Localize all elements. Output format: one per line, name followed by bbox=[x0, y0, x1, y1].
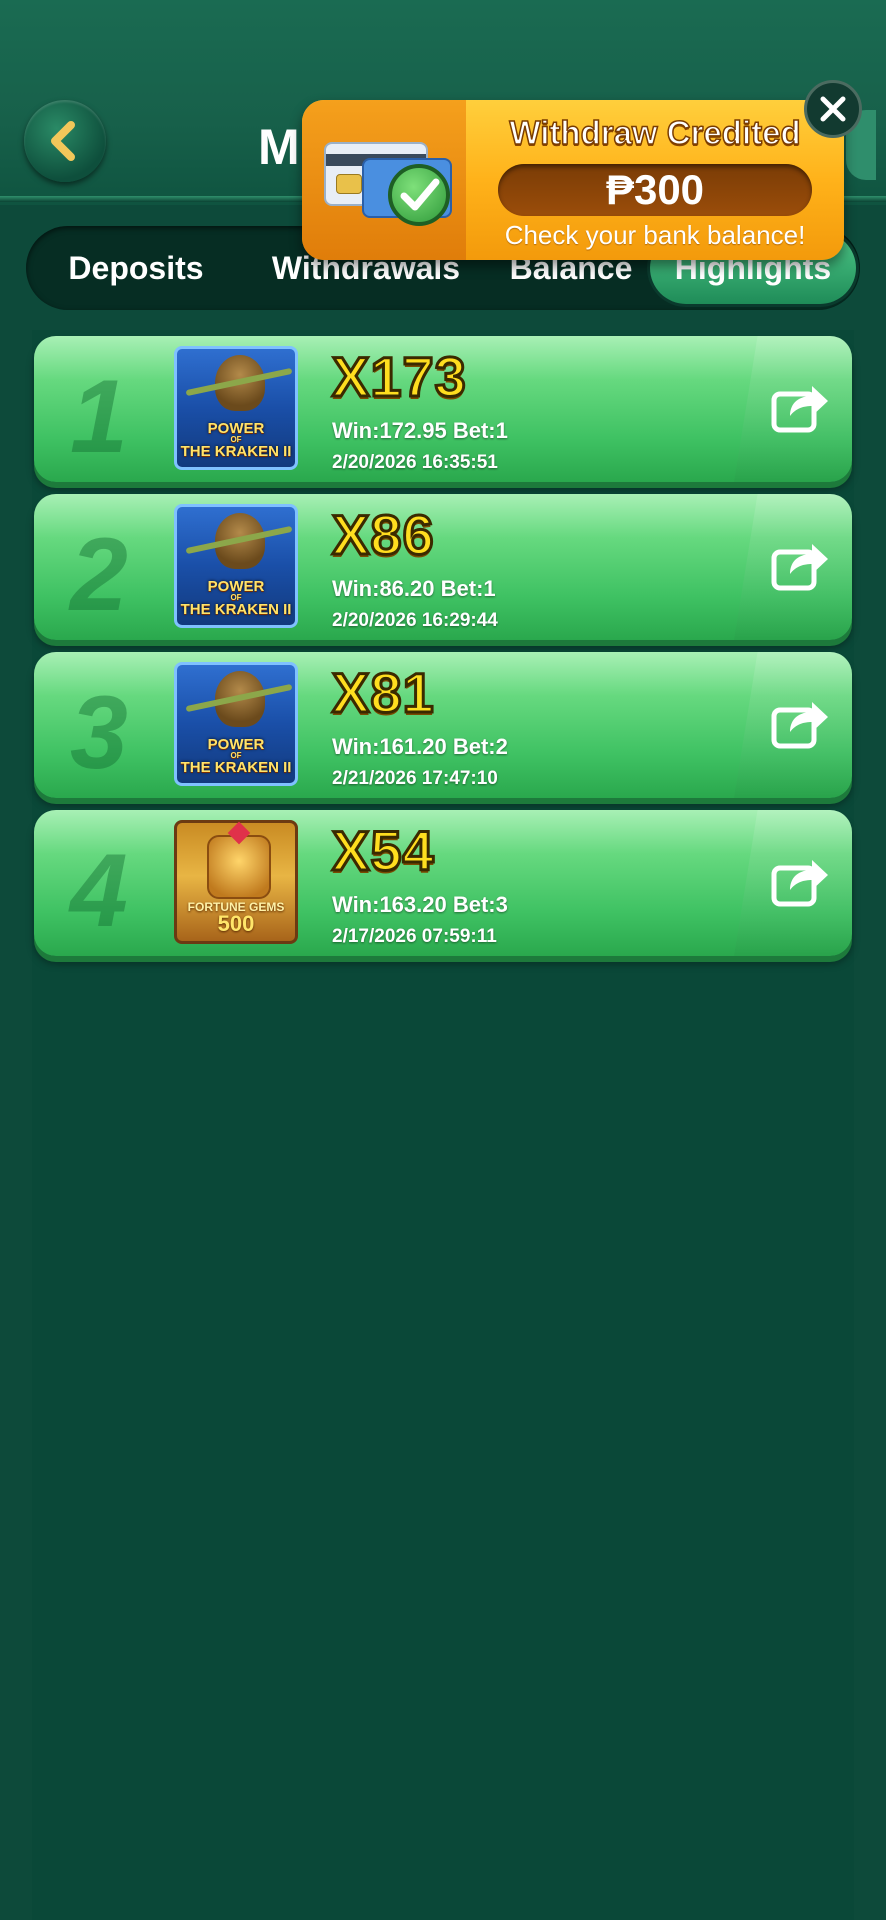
win-bet-text: Win:161.20 Bet:2 bbox=[332, 734, 508, 759]
chevron-left-icon bbox=[51, 121, 75, 161]
rank-number: 1 bbox=[70, 359, 128, 475]
win-bet-text: Win:86.20 Bet:1 bbox=[332, 576, 496, 601]
check-circle-icon bbox=[388, 164, 450, 226]
game-thumbnail[interactable]: POWER OF THE KRAKEN II bbox=[174, 504, 298, 628]
game-logo-text: POWER OF THE KRAKEN II bbox=[180, 736, 292, 776]
timestamp: 2/21/2026 17:47:10 bbox=[332, 768, 498, 789]
game-logo-text: POWER OF THE KRAKEN II bbox=[180, 420, 292, 460]
rank-number: 2 bbox=[70, 517, 128, 633]
tab-deposits[interactable]: Deposits bbox=[56, 226, 216, 310]
win-bet-text: Win:172.95 Bet:1 bbox=[332, 418, 508, 443]
notification-title: Withdraw Credited bbox=[509, 113, 802, 152]
back-button[interactable] bbox=[24, 100, 106, 182]
share-arrow-icon[interactable] bbox=[766, 848, 834, 916]
timestamp: 2/20/2026 16:29:44 bbox=[332, 610, 498, 631]
list-item[interactable]: 3 POWER OF THE KRAKEN II X81 Win:161.20 … bbox=[34, 652, 852, 798]
notification-subtitle: Check your bank balance! bbox=[504, 220, 806, 250]
game-thumbnail[interactable]: POWER OF THE KRAKEN II bbox=[174, 346, 298, 470]
list-item[interactable]: 4 FORTUNE GEMS 500 X54 Win:163.20 Bet:3 … bbox=[34, 810, 852, 956]
close-button[interactable] bbox=[804, 80, 862, 138]
multiplier: X81 bbox=[331, 660, 436, 726]
win-bet-text: Win:163.20 Bet:3 bbox=[332, 892, 508, 917]
withdraw-notification[interactable]: Withdraw Credited ₱300 Check your bank b… bbox=[302, 100, 844, 260]
share-arrow-icon[interactable] bbox=[766, 690, 834, 758]
page-title: M bbox=[258, 119, 300, 175]
share-arrow-icon[interactable] bbox=[766, 532, 834, 600]
game-logo-text: POWER OF THE KRAKEN II bbox=[180, 578, 292, 618]
multiplier: X54 bbox=[331, 818, 436, 884]
list-item[interactable]: 2 POWER OF THE KRAKEN II X86 Win:86.20 B… bbox=[34, 494, 852, 640]
game-thumbnail[interactable]: FORTUNE GEMS 500 bbox=[174, 820, 298, 944]
game-logo-text: FORTUNE GEMS 500 bbox=[187, 900, 285, 936]
game-thumbnail[interactable]: POWER OF THE KRAKEN II bbox=[174, 662, 298, 786]
rank-number: 4 bbox=[70, 833, 128, 949]
gems-idol-art bbox=[207, 835, 271, 899]
timestamp: 2/20/2026 16:35:51 bbox=[332, 452, 498, 473]
multiplier: X173 bbox=[331, 344, 468, 410]
rank-number: 3 bbox=[70, 675, 128, 791]
multiplier: X86 bbox=[331, 502, 436, 568]
withdraw-amount: ₱300 bbox=[498, 164, 812, 216]
share-arrow-icon[interactable] bbox=[766, 374, 834, 442]
timestamp: 2/17/2026 07:59:11 bbox=[332, 926, 497, 947]
close-icon bbox=[820, 96, 846, 122]
list-item[interactable]: 1 POWER OF THE KRAKEN II X173 Win:172.95… bbox=[34, 336, 852, 482]
notification-icon-panel bbox=[302, 100, 466, 260]
